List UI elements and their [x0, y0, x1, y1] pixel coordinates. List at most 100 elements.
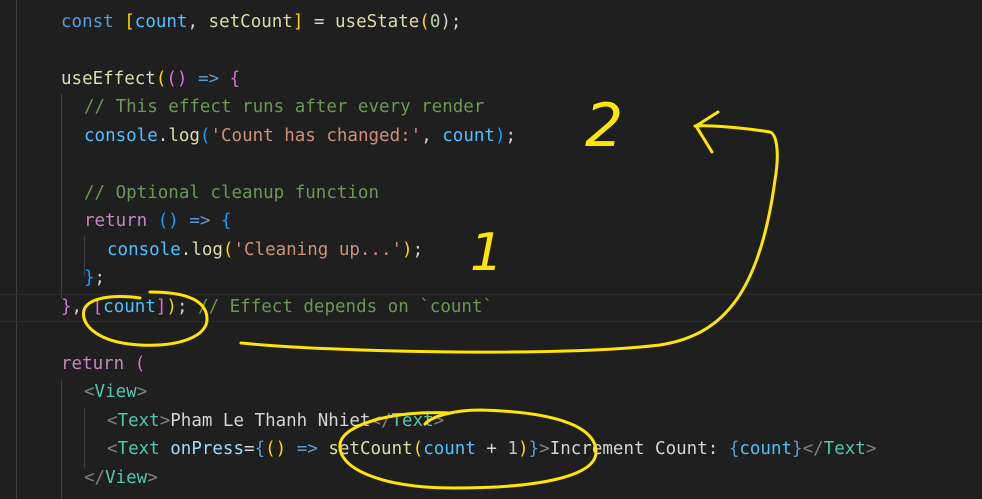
code-token: } [792, 439, 803, 459]
code-token: </ [370, 411, 392, 431]
code-token: setCount [328, 439, 413, 459]
code-token: } [528, 439, 540, 459]
code-token: useEffect [61, 69, 156, 89]
code-token: Text [117, 411, 160, 431]
code-token: console [84, 126, 158, 146]
code-line[interactable] [0, 36, 982, 65]
code-line[interactable]: <Text>Pham Le Thanh Nhiet</Text> [0, 407, 982, 436]
code-token: ) [494, 126, 506, 146]
code-line[interactable] [0, 321, 982, 350]
code-token: console [107, 240, 181, 260]
code-line-content: <Text onPress={() => setCount(count + 1)… [107, 435, 876, 464]
code-token: ] [292, 12, 304, 32]
code-line-content: return ( [61, 350, 145, 379]
code-line[interactable]: <View> [0, 378, 982, 407]
code-token: </ [84, 468, 106, 488]
code-token: ; [94, 268, 106, 288]
code-line[interactable]: // This effect runs after every render [0, 93, 982, 122]
code-line[interactable]: }; [0, 264, 982, 293]
code-token: ] [155, 297, 167, 317]
code-token: > [865, 439, 877, 459]
code-line[interactable]: useEffect(() => { [0, 65, 982, 94]
code-token: // Optional cleanup function [84, 183, 380, 203]
code-token: > [433, 411, 445, 431]
code-token: () [265, 439, 287, 459]
code-token: > [147, 468, 158, 488]
code-token: ) [518, 439, 529, 459]
code-token: { [229, 69, 241, 89]
code-token: return [61, 354, 125, 374]
code-line[interactable]: <Text onPress={() => setCount(count + 1)… [0, 435, 982, 464]
code-line[interactable]: return () => { [0, 207, 982, 236]
code-token: useState [335, 12, 420, 32]
code-token: count [134, 12, 188, 32]
code-token: Pham Le Thanh Nhiet [170, 411, 371, 431]
code-token: + [475, 439, 508, 459]
code-token: . [157, 126, 169, 146]
code-token: onPress [170, 439, 245, 459]
code-token: setCount [208, 12, 293, 32]
code-token: ; [505, 126, 517, 146]
code-token: { [728, 439, 740, 459]
code-token: { [221, 211, 232, 231]
code-token: . [180, 240, 192, 260]
code-token: ) [166, 297, 177, 317]
code-line-content: }; [84, 264, 105, 293]
code-token: Text [117, 439, 160, 459]
code-token: return [84, 211, 148, 231]
code-token: , [71, 297, 93, 317]
code-token: < [107, 411, 118, 431]
code-token: </ [802, 439, 824, 459]
code-token: < [84, 382, 95, 402]
code-token: , [421, 126, 443, 146]
code-line[interactable]: console.log('Cleaning up...'); [0, 236, 982, 265]
code-token: > [136, 382, 148, 402]
code-token: View [94, 382, 137, 402]
code-token: ) [402, 240, 413, 260]
code-token: , [187, 12, 209, 32]
code-token: ; [176, 297, 188, 317]
code-line-content: </View> [84, 464, 158, 493]
code-line[interactable] [0, 150, 982, 179]
code-token: () [166, 69, 188, 89]
code-token: count [442, 126, 495, 146]
code-token: ( [419, 12, 430, 32]
code-token: < [107, 439, 118, 459]
code-token: Increment Count: [549, 439, 729, 459]
code-token: // Effect depends on `count` [187, 297, 494, 317]
code-token: = [303, 12, 335, 32]
code-line[interactable]: </View> [0, 464, 982, 493]
code-token: => [198, 69, 220, 89]
code-token: 0 [429, 12, 441, 32]
code-token: ; [412, 240, 424, 260]
code-token: ( [222, 240, 234, 260]
code-line[interactable]: // Optional cleanup function [0, 179, 982, 208]
code-token: ( [155, 69, 167, 89]
code-line-content: console.log('Count has changed:', count)… [84, 122, 516, 151]
code-token: 'Cleaning up...' [233, 240, 403, 260]
code-token: View [105, 468, 148, 488]
code-line-content: }, [count]); // Effect depends on `count… [61, 293, 493, 322]
code-token: } [61, 297, 72, 317]
code-token: log [168, 126, 200, 146]
code-token: () [157, 211, 179, 231]
code-token: ); [440, 12, 462, 32]
code-line[interactable]: }, [count]); // Effect depends on `count… [0, 293, 982, 322]
code-token: [ [124, 12, 135, 32]
code-line[interactable]: const [count, setCount] = useState(0); [0, 8, 982, 37]
code-line[interactable]: return ( [0, 350, 982, 379]
code-token: Text [823, 439, 866, 459]
code-token: > [539, 439, 550, 459]
code-editor[interactable]: const [count, setCount] = useState(0); us… [0, 0, 982, 499]
code-line[interactable]: console.log('Count has changed:', count)… [0, 122, 982, 151]
code-token: [ [92, 297, 104, 317]
code-line-content: // Optional cleanup function [84, 179, 379, 208]
